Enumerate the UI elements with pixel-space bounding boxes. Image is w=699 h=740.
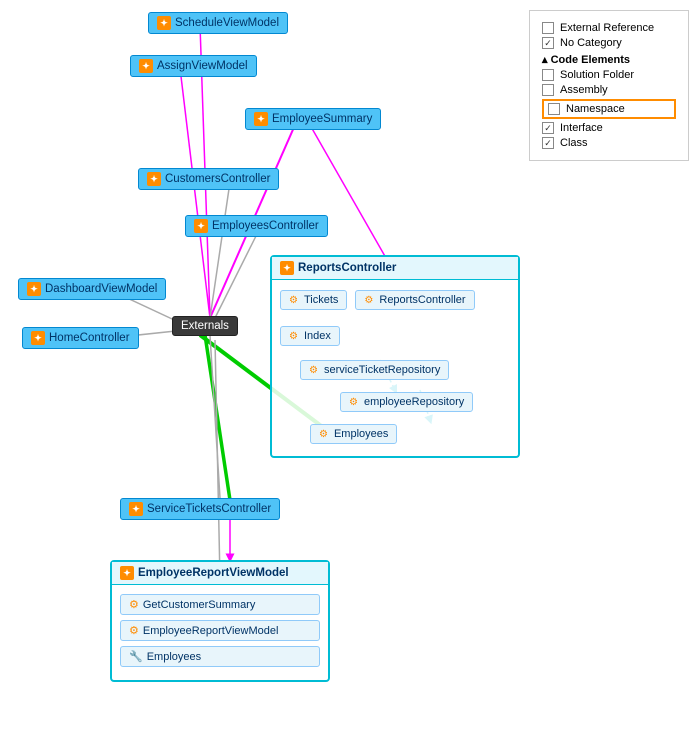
legend-interface-label: Interface xyxy=(560,122,603,134)
employee-summary-icon: ✦ xyxy=(254,112,268,126)
legend-code-elements-section: ▴ Code Elements xyxy=(542,53,676,66)
home-controller-label: HomeController xyxy=(49,332,130,344)
dashboard-view-model-node[interactable]: ✦ DashboardViewModel xyxy=(18,278,166,300)
assign-view-model-icon: ✦ xyxy=(139,59,153,73)
dashboard-view-model-icon: ✦ xyxy=(27,282,41,296)
schedule-view-model-node[interactable]: ✦ ScheduleViewModel xyxy=(148,12,288,34)
legend-solution-folder-label: Solution Folder xyxy=(560,69,634,81)
employee-report-title: EmployeeReportViewModel xyxy=(138,567,289,579)
reports-controller-icon: ✦ xyxy=(280,261,294,275)
reports-employees-label: Employees xyxy=(334,428,388,440)
employee-report-employees-node[interactable]: 🔧 Employees xyxy=(120,646,320,667)
reports-controller-container: ✦ ReportsController Tickets ReportsContr… xyxy=(270,255,520,458)
legend-namespace-checkbox[interactable] xyxy=(548,103,560,115)
legend-class-checkbox[interactable] xyxy=(542,137,554,149)
externals-node[interactable]: Externals xyxy=(172,316,238,336)
employee-report-employees-label: Employees xyxy=(147,651,201,663)
legend-panel: External Reference No Category ▴ Code El… xyxy=(529,10,689,161)
reports-index-label: Index xyxy=(304,330,331,342)
employee-report-vm-inner-label: EmployeeReportViewModel xyxy=(143,625,279,637)
legend-assembly[interactable]: Assembly xyxy=(542,84,676,96)
employee-summary-node[interactable]: ✦ EmployeeSummary xyxy=(245,108,381,130)
legend-namespace[interactable]: Namespace xyxy=(542,99,676,119)
schedule-view-model-icon: ✦ xyxy=(157,16,171,30)
canvas: ✦ ScheduleViewModel ✦ AssignViewModel ✦ … xyxy=(0,0,699,740)
legend-interface[interactable]: Interface xyxy=(542,122,676,134)
employee-report-container: ✦ EmployeeReportViewModel ⚙ GetCustomerS… xyxy=(110,560,330,682)
home-controller-node[interactable]: ✦ HomeController xyxy=(22,327,139,349)
assign-view-model-node[interactable]: ✦ AssignViewModel xyxy=(130,55,257,77)
legend-interface-checkbox[interactable] xyxy=(542,122,554,134)
service-ticket-repo-label: serviceTicketRepository xyxy=(324,364,440,376)
legend-class-label: Class xyxy=(560,137,588,149)
reports-controller-inner-label: ReportsController xyxy=(379,294,465,306)
employee-report-icon: ✦ xyxy=(120,566,134,580)
legend-external-reference[interactable]: External Reference xyxy=(542,22,676,34)
legend-class[interactable]: Class xyxy=(542,137,676,149)
reports-controller-inner-node[interactable]: ReportsController xyxy=(355,290,474,310)
employee-repo-node[interactable]: employeeRepository xyxy=(340,392,473,412)
legend-external-reference-checkbox[interactable] xyxy=(542,22,554,34)
reports-tickets-node[interactable]: Tickets xyxy=(280,290,347,310)
reports-controller-title: ReportsController xyxy=(298,262,396,274)
dashboard-view-model-label: DashboardViewModel xyxy=(45,283,157,295)
reports-index-node[interactable]: Index xyxy=(280,326,340,346)
service-tickets-controller-icon: ✦ xyxy=(129,502,143,516)
reports-controller-header[interactable]: ✦ ReportsController xyxy=(272,257,518,280)
schedule-view-model-label: ScheduleViewModel xyxy=(175,17,279,29)
legend-assembly-checkbox[interactable] xyxy=(542,84,554,96)
get-customer-summary-node[interactable]: ⚙ GetCustomerSummary xyxy=(120,594,320,615)
employee-report-vm-inner-node[interactable]: ⚙ EmployeeReportViewModel xyxy=(120,620,320,641)
employees-controller-icon: ✦ xyxy=(194,219,208,233)
externals-label: Externals xyxy=(181,320,229,332)
legend-solution-folder-checkbox[interactable] xyxy=(542,69,554,81)
employees-controller-label: EmployeesController xyxy=(212,220,319,232)
home-controller-icon: ✦ xyxy=(31,331,45,345)
service-tickets-controller-label: ServiceTicketsController xyxy=(147,503,271,515)
legend-solution-folder[interactable]: Solution Folder xyxy=(542,69,676,81)
employees-controller-node[interactable]: ✦ EmployeesController xyxy=(185,215,328,237)
reports-tickets-label: Tickets xyxy=(304,294,338,306)
employee-summary-label: EmployeeSummary xyxy=(272,113,372,125)
legend-assembly-label: Assembly xyxy=(560,84,608,96)
service-ticket-repo-node[interactable]: serviceTicketRepository xyxy=(300,360,449,380)
customers-controller-node[interactable]: ✦ CustomersController xyxy=(138,168,279,190)
customers-controller-label: CustomersController xyxy=(165,173,270,185)
customers-controller-icon: ✦ xyxy=(147,172,161,186)
legend-no-category-label: No Category xyxy=(560,37,622,49)
legend-namespace-label: Namespace xyxy=(566,103,625,115)
get-customer-summary-label: GetCustomerSummary xyxy=(143,599,255,611)
employee-repo-label: employeeRepository xyxy=(364,396,464,408)
employee-report-body: ⚙ GetCustomerSummary ⚙ EmployeeReportVie… xyxy=(112,585,328,680)
assign-view-model-label: AssignViewModel xyxy=(157,60,248,72)
legend-no-category-checkbox[interactable] xyxy=(542,37,554,49)
employee-report-header[interactable]: ✦ EmployeeReportViewModel xyxy=(112,562,328,585)
legend-external-reference-label: External Reference xyxy=(560,22,654,34)
reports-employees-node[interactable]: Employees xyxy=(310,424,397,444)
service-tickets-controller-node[interactable]: ✦ ServiceTicketsController xyxy=(120,498,280,520)
legend-no-category[interactable]: No Category xyxy=(542,37,676,49)
